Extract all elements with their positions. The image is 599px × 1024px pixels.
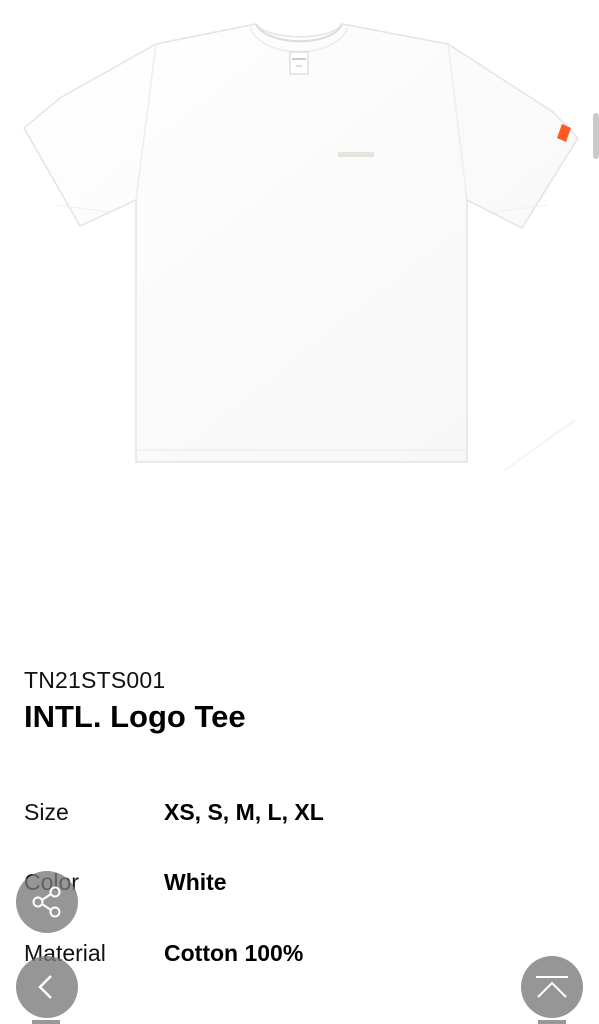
scroll-to-top-icon [536, 976, 568, 998]
tshirt-illustration [23, 23, 579, 471]
spec-color-value: White [164, 869, 227, 895]
bottom-bar-edge-right [538, 1020, 566, 1024]
spec-material-value: Cotton 100% [164, 940, 304, 966]
share-button[interactable] [16, 871, 78, 933]
chevron-left-icon [38, 975, 52, 999]
back-button[interactable] [16, 956, 78, 1018]
share-icon [32, 886, 61, 918]
spec-size-value: XS, S, M, L, XL [164, 799, 324, 825]
bottom-bar-edge-left [32, 1020, 60, 1024]
product-image[interactable] [0, 0, 599, 520]
product-title: INTL. Logo Tee [24, 699, 246, 734]
image-scroll-indicator[interactable] [593, 113, 599, 159]
spec-size-label: Size [24, 799, 69, 825]
product-sku: TN21STS001 [24, 667, 166, 693]
scroll-to-top-button[interactable] [521, 956, 583, 1018]
